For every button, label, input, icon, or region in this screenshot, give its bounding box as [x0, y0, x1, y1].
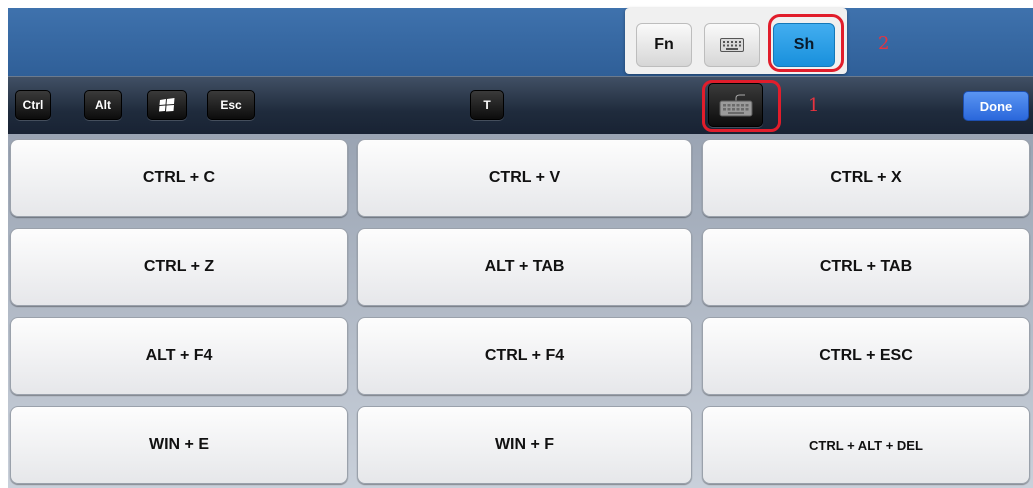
shortcut-ctrl-esc[interactable]: CTRL + ESC	[702, 317, 1030, 395]
annotation-box-1	[702, 80, 781, 132]
annotation-number-1: 1	[808, 95, 820, 116]
shortcut-win-f[interactable]: WIN + F	[357, 406, 692, 484]
windows-logo-icon	[159, 98, 175, 112]
t-key[interactable]: T	[470, 90, 504, 120]
annotation-number-2: 2	[878, 33, 890, 54]
shortcut-win-e[interactable]: WIN + E	[10, 406, 348, 484]
shortcut-ctrl-x[interactable]: CTRL + X	[702, 139, 1030, 217]
shortcut-ctrl-c[interactable]: CTRL + C	[10, 139, 348, 217]
shortcut-ctrl-tab[interactable]: CTRL + TAB	[702, 228, 1030, 306]
shortcut-alt-f4[interactable]: ALT + F4	[10, 317, 348, 395]
keyboard-mode-button[interactable]	[704, 23, 760, 67]
ctrl-key[interactable]: Ctrl	[15, 90, 51, 120]
shortcut-grid: CTRL + C CTRL + V CTRL + X CTRL + Z ALT …	[8, 134, 1033, 488]
alt-key[interactable]: Alt	[84, 90, 122, 120]
shortcut-alt-tab[interactable]: ALT + TAB	[357, 228, 692, 306]
annotation-box-2	[768, 14, 844, 72]
key-toolbar: Ctrl Alt Esc T 1 Done	[8, 76, 1033, 135]
shortcut-ctrl-f4[interactable]: CTRL + F4	[357, 317, 692, 395]
keyboard-icon	[720, 38, 744, 52]
shortcut-ctrl-z[interactable]: CTRL + Z	[10, 228, 348, 306]
shortcut-ctrl-v[interactable]: CTRL + V	[357, 139, 692, 217]
esc-key[interactable]: Esc	[207, 90, 255, 120]
fn-button[interactable]: Fn	[636, 23, 692, 67]
shortcut-ctrl-alt-del[interactable]: CTRL + ALT + DEL	[702, 406, 1030, 484]
done-button[interactable]: Done	[963, 91, 1029, 121]
windows-key[interactable]	[147, 90, 187, 120]
